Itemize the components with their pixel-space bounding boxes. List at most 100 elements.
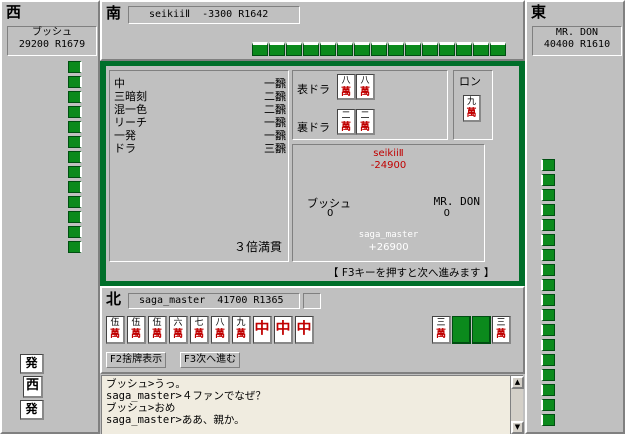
yaku-list: 中一飜 三暗刻 二飜 混一色 二飜 リーチ 一飜 一発 一飜 ドラ 三飜 ３倍満貫: [109, 70, 289, 262]
west-player-box: ブッシュ 29200 R1679: [7, 26, 97, 56]
south-back-tile: [354, 42, 370, 56]
south-back-tile: [490, 42, 506, 56]
chat-line: ブッシュ>おめ: [106, 402, 176, 414]
ura-dora-tile: 二萬: [337, 109, 356, 135]
winner-name: saga_master: [358, 230, 419, 240]
south-back-tile: [269, 42, 285, 56]
south-back-tile: [303, 42, 319, 56]
left-player-delta: 0: [327, 208, 334, 219]
player-hand: 伍萬 伍萬 伍萬 六萬 七萬 八萬 九萬 中 中 中: [106, 316, 326, 346]
north-panel: 北 saga_master 41700 R1365 伍萬 伍萬 伍萬 六萬 七萬…: [100, 286, 525, 374]
east-panel: 東 MR. DON 40400 R1610: [525, 0, 625, 434]
limit-label: ３倍満貫: [233, 240, 282, 254]
east-back-tile: [541, 174, 555, 186]
south-back-tile: [286, 42, 302, 56]
west-back-tile: [68, 91, 82, 103]
north-wind-label: 北: [106, 290, 122, 308]
west-back-tile: [68, 151, 82, 163]
south-back-tile: [422, 42, 438, 56]
east-back-tile: [541, 354, 555, 366]
east-back-tile: [541, 159, 555, 171]
east-back-tile: [541, 279, 555, 291]
hand-tile[interactable]: 伍萬: [106, 316, 125, 344]
east-player-box: MR. DON 40400 R1610: [532, 26, 622, 56]
west-discard-tile: 発: [20, 400, 44, 420]
west-panel: 西 ブッシュ 29200 R1679 発 西 発: [0, 0, 100, 434]
loser-name: seikiiⅡ: [373, 148, 404, 159]
south-back-tile: [337, 42, 353, 56]
hand-tile[interactable]: 九萬: [232, 316, 251, 344]
east-hand-backs: [541, 159, 555, 429]
west-discard-tiles: 発 西 発: [20, 354, 46, 424]
east-back-tile: [541, 294, 555, 306]
meld-tile: 三萬: [432, 316, 451, 344]
west-back-tile: [68, 136, 82, 148]
south-panel: 南 seikiiⅡ -3300 R1642: [100, 0, 525, 61]
west-back-tile: [68, 181, 82, 193]
ura-dora-tile: 二萬: [356, 109, 375, 135]
hand-tile[interactable]: 八萬: [211, 316, 230, 344]
scroll-up-button[interactable]: ▲: [511, 376, 524, 389]
result-window: 中一飜 三暗刻 二飜 混一色 二飜 リーチ 一飜 一発 一飜 ドラ 三飜 ３倍満貫 表ドラ…: [106, 66, 519, 281]
east-back-tile: [541, 414, 555, 426]
hand-tile[interactable]: 六萬: [169, 316, 188, 344]
show-discards-button[interactable]: F2捨牌表示: [106, 352, 167, 368]
yaku-row: 中一飜: [114, 77, 286, 90]
hand-tile[interactable]: 中: [274, 316, 293, 344]
east-back-tile: [541, 399, 555, 411]
west-discard-tile: 発: [20, 354, 44, 374]
east-back-tile: [541, 369, 555, 381]
dora-box: 表ドラ 八萬 八萬 裏ドラ 二萬 二萬: [292, 70, 448, 140]
east-back-tile: [541, 309, 555, 321]
west-discard-tile: 西: [23, 376, 43, 398]
west-back-tile: [68, 211, 82, 223]
hand-tile[interactable]: 中: [253, 316, 272, 344]
west-back-tile: [68, 241, 82, 253]
scroll-down-button[interactable]: ▼: [511, 421, 524, 434]
hand-tile[interactable]: 七萬: [190, 316, 209, 344]
south-back-tile: [371, 42, 387, 56]
west-player-score: 29200 R1679: [18, 39, 86, 50]
yaku-row: 混一色 二飜: [114, 103, 286, 116]
west-back-tile: [68, 61, 82, 73]
ura-dora-label: 裏ドラ: [297, 121, 330, 134]
hand-tile[interactable]: 中: [295, 316, 314, 344]
east-back-tile: [541, 189, 555, 201]
right-player-name: MR. DON: [433, 195, 480, 208]
loser-delta: -24900: [370, 160, 407, 171]
chat-line: saga_master>４ファンでなぜ？: [106, 390, 266, 402]
yaku-row: 三暗刻 二飜: [114, 90, 286, 103]
west-back-tile: [68, 76, 82, 88]
win-tile: 九萬: [463, 95, 481, 122]
east-wind-label: 東: [531, 3, 547, 21]
hand-tile[interactable]: 伍萬: [127, 316, 146, 344]
next-round-button[interactable]: F3次へ進む: [180, 352, 241, 368]
south-back-tile: [388, 42, 404, 56]
chat-log[interactable]: ブッシュ>うっ。 saga_master>４ファンでなぜ？ ブッシュ>おめ sa…: [101, 375, 524, 434]
west-back-tile: [68, 196, 82, 208]
meld-back-tile: [472, 316, 491, 344]
west-player-name: ブッシュ: [32, 27, 72, 38]
chat-line: ブッシュ>うっ。: [106, 378, 186, 390]
east-back-tile: [541, 249, 555, 261]
east-back-tile: [541, 339, 555, 351]
east-player-name: MR. DON: [555, 27, 599, 38]
south-wind-label: 南: [106, 4, 122, 22]
win-type-label: ロン: [459, 75, 481, 88]
south-back-tile: [456, 42, 472, 56]
yaku-row: 一発 一飜: [114, 129, 286, 142]
omote-dora-tile: 八萬: [356, 74, 375, 100]
winner-delta: +26900: [368, 242, 409, 253]
win-tile-box: ロン 九萬: [453, 70, 493, 140]
continue-hint: 【 F3キーを押すと次へ進みます 】: [328, 267, 495, 279]
north-player-info: saga_master 41700 R1365: [128, 293, 300, 309]
chat-scrollbar[interactable]: ▲ ▼: [510, 376, 524, 434]
omote-dora-label: 表ドラ: [297, 83, 330, 96]
yaku-row: リーチ 一飜: [114, 116, 286, 129]
meld-tile: 三萬: [492, 316, 511, 344]
south-back-tile: [405, 42, 421, 56]
west-back-tile: [68, 121, 82, 133]
south-back-tile: [320, 42, 336, 56]
north-status-box: [303, 293, 321, 309]
hand-tile[interactable]: 伍萬: [148, 316, 167, 344]
